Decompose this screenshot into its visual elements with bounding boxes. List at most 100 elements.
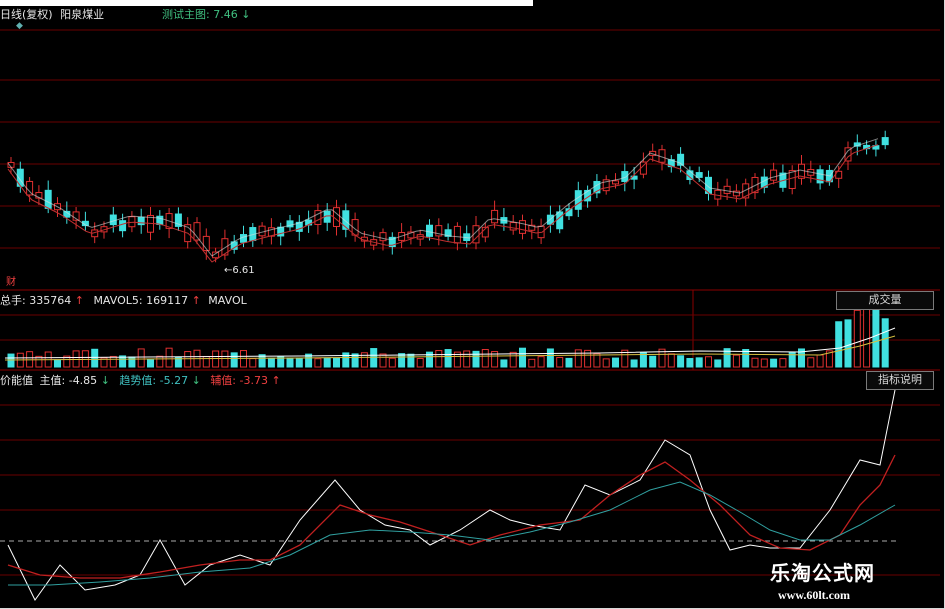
volume-bar-19 [184,351,192,368]
volume-bar-90 [844,319,852,368]
volume-bar-72 [677,355,685,368]
arrow-down-icon: ↓ [191,374,201,387]
volume-bar-31 [295,357,303,368]
candle-body-65 [612,180,619,185]
main-indicator-label: 测试主图: [162,8,210,21]
price-ma-red-line [7,144,879,263]
volume-bar-79 [742,349,750,368]
volume-bar-35 [333,357,340,368]
diamond-icon: ◆ [16,21,23,31]
volume-bar-41 [388,357,396,368]
volume-bar-28 [267,357,275,368]
volume-bar-24 [230,352,238,368]
stock-name: 阳泉煤业 [60,8,105,21]
volume-bar-76 [714,359,722,368]
volume-bar-94 [881,318,889,368]
arrow-up-icon: ↑ [191,294,201,307]
mavol5-label: MAVOL5: [93,294,143,307]
volume-bar-17 [165,347,173,368]
total-value: 335764 [29,294,72,307]
volume-bar-47 [444,349,452,368]
volume-bar-63 [593,353,601,368]
volume-bar-5 [54,359,61,368]
volume-bar-83 [779,358,787,368]
volume-bar-53 [500,359,508,368]
volume-bar-86 [807,357,815,368]
arrow-up-icon: ↑ [74,294,84,307]
financial-badge[interactable]: 财 [6,273,16,288]
candle-body-45 [426,224,433,237]
volume-bar-34 [323,357,331,368]
candle-body-61 [574,190,582,210]
volume-button[interactable]: 成交量 [836,291,934,310]
volume-bar-54 [509,351,517,368]
volume-bar-16 [156,355,164,368]
arrow-down-icon: ↓ [100,374,110,387]
arrow-up-icon: ↑ [271,374,281,387]
candle-body-48 [453,225,461,244]
volume-bar-50 [472,350,480,368]
volume-bar-57 [537,356,545,368]
volume-bar-64 [602,358,610,368]
period-label[interactable]: 日线(复权) [0,8,53,21]
candle-body-59 [556,211,564,230]
volume-bar-92 [863,308,871,368]
trend-value-label: 趋势值: [119,374,157,387]
mavol5-value: 169117 [146,294,189,307]
arrow-down-icon: ↓ [241,8,251,21]
volume-bar-87 [816,354,824,368]
main-value: -4.85 [68,374,98,387]
volume-bar-73 [686,358,694,368]
volume-bar-60 [565,357,573,368]
volume-bar-8 [81,350,89,368]
volume-bar-9 [91,348,99,368]
volume-bar-49 [463,350,471,368]
volume-bar-61 [574,349,582,368]
volume-bar-56 [528,358,536,368]
volume-bar-7 [72,350,80,368]
candle-body-77 [723,185,731,194]
volume-bar-89 [835,321,843,368]
total-label: 总手: [0,294,26,307]
volume-bar-67 [630,359,638,368]
indicator-help-button[interactable]: 指标说明 [866,371,934,390]
volume-bar-91 [853,309,861,368]
volume-bar-46 [435,350,443,368]
candle-body-84 [788,170,796,189]
candle-body-55 [519,220,526,234]
volume-bar-80 [751,357,759,368]
candle-body-14 [137,216,145,226]
volume-header: 总手: 335764 ↑ MAVOL5: 169117 ↑ MAVOL [0,294,247,307]
indicator-main-white-line [7,389,896,601]
volume-bar-58 [546,348,554,368]
volume-bar-13 [128,356,136,368]
candle-body-27 [258,225,266,237]
candle-body-29 [277,226,285,237]
aux-value-label: 辅值: [210,374,237,387]
indicator-header: 价能值 主值: -4.85 ↓ 趋势值: -5.27 ↓ 辅值: -3.73 ↑ [0,374,281,387]
volume-bar-82 [770,358,778,368]
low-price-marker: ←6.61 [224,265,255,276]
candle-body-94 [881,137,889,146]
volume-bar-71 [667,353,675,368]
volume-bar-44 [416,358,424,368]
volume-bar-42 [398,353,406,368]
volume-bar-26 [249,358,257,368]
candle-body-12 [119,220,127,232]
main-indicator-readout: 测试主图: 7.46 ↓ [162,8,250,21]
volume-bar-33 [314,358,322,368]
mavol-cut-label: MAVOL [208,294,247,307]
candle-body-13 [128,216,136,228]
main-indicator-value: 7.46 [213,8,238,21]
volume-bar-51 [481,349,489,368]
volume-bar-11 [109,355,117,368]
volume-bar-21 [202,355,210,368]
candle-body-54 [509,222,517,231]
watermark-title: 乐淘公式网 [770,561,875,585]
volume-bar-69 [649,355,657,368]
candle-body-82 [770,169,778,181]
candle-body-4 [44,189,52,209]
volume-bar-74 [695,357,703,368]
aux-value: -3.73 [239,374,268,387]
main-value-label: 主值: [39,374,66,387]
